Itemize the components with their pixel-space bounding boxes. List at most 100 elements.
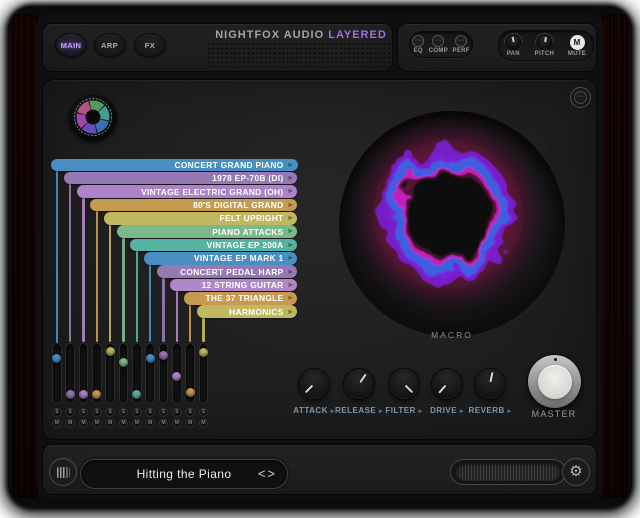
layer-item[interactable]: HARMONICS▸ [197, 305, 297, 318]
layer-item[interactable]: VINTAGE ELECTRIC GRAND (OH)▸ [77, 185, 297, 198]
layer-mute-button[interactable]: M [65, 419, 75, 429]
pan-control[interactable]: PAN [506, 35, 521, 57]
layer-arrow-icon: ▸ [289, 173, 293, 182]
layer-fader-handle[interactable] [172, 372, 181, 381]
panel-options-button[interactable]: ··· [570, 87, 591, 108]
mute-icon[interactable]: M [570, 35, 585, 50]
layer-item[interactable]: FELT UPRIGHT▸ [104, 212, 298, 225]
layer-fader-handle[interactable] [92, 390, 101, 399]
keyboard-button[interactable] [49, 458, 77, 486]
layer-item[interactable]: PIANO ATTACKS▸ [117, 225, 297, 238]
master-knob[interactable] [528, 355, 581, 408]
layer-mute-button[interactable]: M [159, 419, 169, 429]
layer-connector-line [176, 287, 178, 343]
tab-arp[interactable]: ARP [94, 33, 126, 57]
perf-button[interactable]: ··· PERF [453, 35, 470, 54]
layer-fader-track[interactable] [119, 343, 129, 404]
layer-mute-button[interactable]: M [145, 419, 155, 429]
pitch-knob[interactable] [537, 35, 552, 50]
layer-item[interactable]: 1978 EP-70B (DI)▸ [64, 172, 298, 185]
eq-button[interactable]: ··· EQ [412, 35, 424, 54]
layer-solo-button[interactable]: S [92, 408, 102, 418]
scroll-strip-control[interactable] [450, 459, 566, 485]
comp-button[interactable]: ··· COMP [429, 35, 448, 54]
knob-arrow-icon: ▸ [379, 408, 383, 415]
filter-knob[interactable] [389, 369, 419, 399]
layer-solo-button[interactable]: S [185, 408, 195, 418]
layer-arrow-icon: ▸ [289, 293, 293, 302]
layer-fader-track[interactable] [185, 343, 195, 404]
top-bar-right: ··· EQ ··· COMP ··· PERF PAN [397, 23, 597, 72]
layer-fader-handle[interactable] [132, 390, 141, 399]
layer-fader-handle[interactable] [66, 390, 75, 399]
layer-item[interactable]: 80'S DIGITAL GRAND▸ [90, 199, 297, 212]
layer-item[interactable]: VINTAGE EP MARK 1▸ [144, 252, 298, 265]
reverb-knob[interactable] [475, 369, 505, 399]
layer-mute-button[interactable]: M [185, 419, 195, 429]
layer-mute-button[interactable]: M [79, 419, 89, 429]
layer-fader-track[interactable] [132, 343, 142, 404]
layer-fader-track[interactable] [199, 343, 209, 404]
layer-item[interactable]: VINTAGE EP 200A▸ [130, 239, 297, 252]
layer-solo-button[interactable]: S [145, 408, 155, 418]
layer-mute-button[interactable]: M [132, 419, 142, 429]
attack-knob[interactable] [299, 369, 329, 399]
layer-connector-line [56, 167, 58, 343]
preset-prev-icon[interactable]: < [258, 466, 267, 481]
preset-browser[interactable]: Hitting the Piano < > [80, 459, 288, 489]
layer-mute-button[interactable]: M [52, 419, 62, 429]
layer-fader-track[interactable] [172, 343, 182, 404]
pitch-control[interactable]: PITCH [535, 35, 555, 57]
layer-arrow-icon: ▸ [289, 160, 293, 169]
tab-fx[interactable]: FX [134, 33, 166, 57]
layer-fader-handle[interactable] [159, 351, 168, 360]
layer-fader-track[interactable] [145, 343, 155, 404]
layer-solo-button[interactable]: S [52, 408, 62, 418]
layer-fader-handle[interactable] [52, 354, 61, 363]
layer-solo-button[interactable]: S [132, 408, 142, 418]
layer-solo-button[interactable]: S [79, 408, 89, 418]
layer-item[interactable]: CONCERT PEDAL HARP▸ [157, 265, 297, 278]
layer-fader-handle[interactable] [79, 390, 88, 399]
layer-connector-line [189, 300, 191, 342]
layer-fader-track[interactable] [65, 343, 75, 404]
layer-fader-handle[interactable] [146, 354, 155, 363]
layer-mute-button[interactable]: M [172, 419, 182, 429]
tab-main[interactable]: MAIN [55, 33, 87, 57]
layer-item[interactable]: THE 37 TRIANGLE▸ [184, 292, 298, 305]
knob-pointer [383, 363, 425, 405]
layer-mute-button[interactable]: M [92, 419, 102, 429]
macro-pad[interactable] [339, 111, 565, 337]
layer-item[interactable]: CONCERT GRAND PIANO▸ [51, 159, 298, 172]
layer-solo-button[interactable]: S [172, 408, 182, 418]
layer-solo-button[interactable]: S [159, 408, 169, 418]
layer-fader-track[interactable] [79, 343, 89, 404]
drive-knob[interactable] [432, 369, 462, 399]
layer-fader-track[interactable] [159, 343, 169, 404]
layer-solo-button[interactable]: S [119, 408, 129, 418]
release-knob[interactable] [344, 369, 374, 399]
mute-control[interactable]: M MUTE [568, 35, 586, 57]
layer-fader-handle[interactable] [186, 388, 195, 397]
layer-mute-button[interactable]: M [105, 419, 115, 429]
layer-arrow-icon: ▸ [289, 213, 293, 222]
layer-solo-button[interactable]: S [199, 408, 209, 418]
layer-fader-handle[interactable] [106, 347, 115, 356]
preset-next-icon[interactable]: > [267, 466, 276, 481]
pan-knob[interactable] [506, 35, 521, 50]
layer-arrow-icon: ▸ [289, 307, 293, 316]
layer-fader-track[interactable] [92, 343, 102, 404]
layer-fader-handle[interactable] [199, 348, 208, 357]
layer-fader-track[interactable] [52, 343, 62, 404]
layer-mute-button[interactable]: M [199, 419, 209, 429]
layer-fader-track[interactable] [105, 343, 115, 404]
layer-solo-button[interactable]: S [105, 408, 115, 418]
mini-visualizer[interactable] [69, 93, 117, 141]
master-label: MASTER [532, 409, 577, 419]
settings-button[interactable]: ⚙ [562, 458, 590, 486]
layer-solo-button[interactable]: S [65, 408, 75, 418]
main-panel: ··· [42, 79, 597, 440]
layer-fader-handle[interactable] [119, 358, 128, 367]
layer-item[interactable]: 12 STRING GUITAR▸ [170, 279, 297, 292]
layer-mute-button[interactable]: M [119, 419, 129, 429]
